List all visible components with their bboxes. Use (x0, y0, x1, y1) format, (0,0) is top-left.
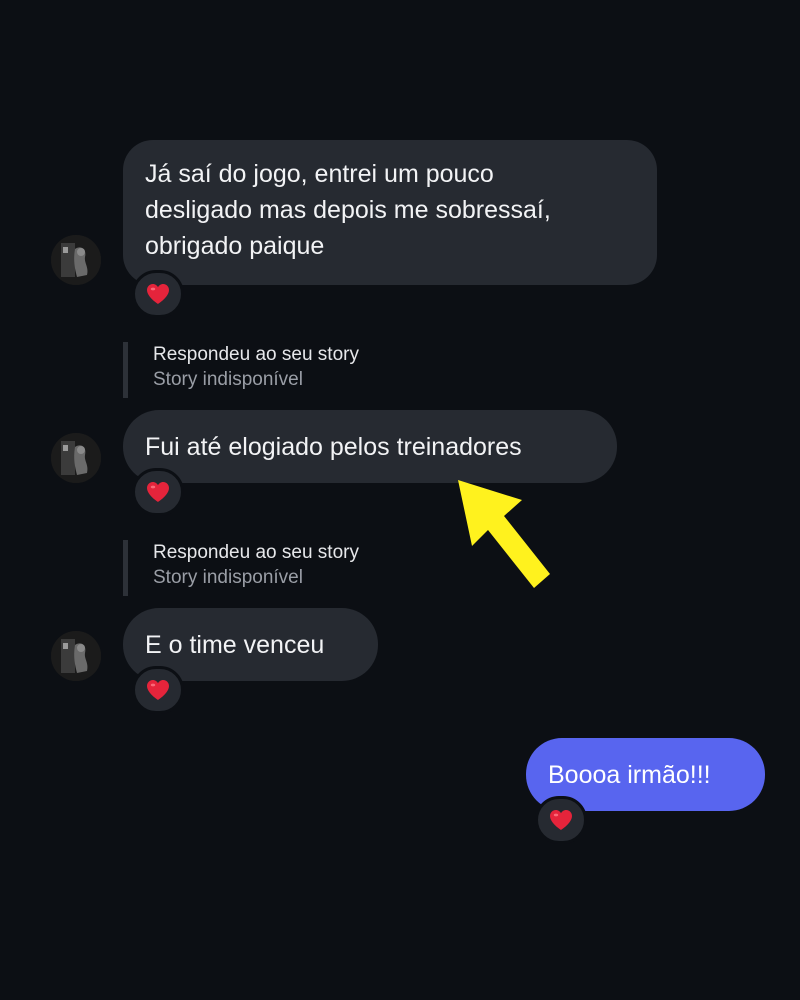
message-bubble[interactable]: Já saí do jogo, entrei um pouco desligad… (123, 140, 657, 285)
arrow-icon (458, 480, 550, 588)
avatar-image (51, 631, 101, 681)
story-reply-indicator: Respondeu ao seu story Story indisponíve… (123, 342, 359, 398)
reaction-badge[interactable] (132, 468, 184, 516)
reaction-badge[interactable] (535, 796, 587, 844)
avatar[interactable] (51, 631, 101, 681)
avatar-image (51, 433, 101, 483)
reaction-badge[interactable] (132, 666, 184, 714)
reply-title: Respondeu ao seu story (153, 344, 359, 365)
reaction-badge[interactable] (132, 270, 184, 318)
heart-icon (147, 284, 169, 304)
message-text: E o time venceu (145, 630, 325, 659)
story-reply-indicator: Respondeu ao seu story Story indisponíve… (123, 540, 359, 596)
avatar[interactable] (51, 235, 101, 285)
reply-subtitle: Story indisponível (153, 567, 303, 588)
message-line: Já saí do jogo, entrei um pouco (145, 160, 494, 188)
heart-icon (550, 810, 572, 830)
reply-subtitle: Story indisponível (153, 369, 303, 390)
message-text: Boooa irmão!!! (548, 760, 711, 789)
avatar[interactable] (51, 433, 101, 483)
heart-icon (147, 680, 169, 700)
message-text: Fui até elogiado pelos treinadores (145, 432, 522, 461)
message-line: desligado mas depois me sobressaí, (145, 196, 551, 224)
avatar-image (51, 235, 101, 285)
message-line: obrigado paique (145, 232, 325, 260)
reply-title: Respondeu ao seu story (153, 542, 359, 563)
heart-icon (147, 482, 169, 502)
